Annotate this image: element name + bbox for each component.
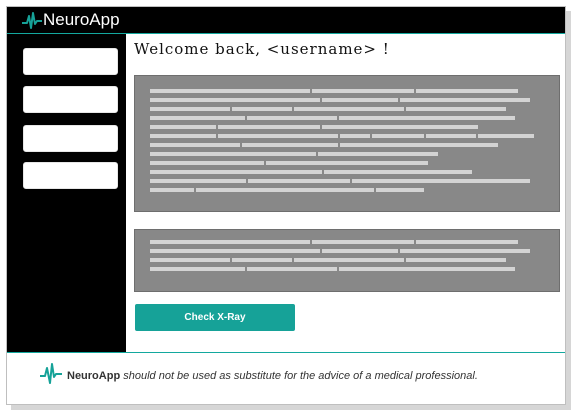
placeholder-line [150,240,310,244]
placeholder-line [150,152,316,156]
sidebar-item-2[interactable] [23,86,118,113]
info-panel [134,75,560,212]
placeholder-line [150,249,320,253]
sidebar-item-3[interactable] [23,125,118,152]
pulse-icon [40,363,62,384]
sidebar-item-1[interactable] [23,48,118,75]
placeholder-line [150,89,310,93]
placeholder-line [150,116,245,120]
placeholder-line [416,240,518,244]
footer-disclaimer: should not be used as substitute for the… [123,370,478,382]
placeholder-line [294,107,404,111]
check-xray-button[interactable]: Check X-Ray [135,304,295,331]
placeholder-line [150,258,230,262]
placeholder-line [150,143,240,147]
placeholder-line [339,267,515,271]
placeholder-line [232,107,292,111]
placeholder-line [150,179,246,183]
placeholder-line [322,98,398,102]
placeholder-line [150,161,264,165]
placeholder-line [339,116,515,120]
placeholder-line [248,179,350,183]
placeholder-line [352,179,530,183]
app-title: NeuroApp [43,10,120,29]
welcome-heading: Welcome back, <username> ! [134,40,390,58]
disclaimer-text: NeuroApp should not be used as substitut… [67,370,478,382]
result-panel [134,229,560,292]
sidebar-item-4[interactable] [23,162,118,189]
placeholder-line [150,170,322,174]
placeholder-line [372,134,424,138]
placeholder-line [406,258,506,262]
placeholder-line [150,188,194,192]
placeholder-line [312,89,414,93]
placeholder-line [426,134,476,138]
placeholder-line [340,134,370,138]
placeholder-line [376,188,424,192]
placeholder-line [232,258,292,262]
placeholder-line [196,188,374,192]
placeholder-line [266,161,428,165]
placeholder-line [242,143,338,147]
placeholder-line [416,89,518,93]
placeholder-line [294,258,404,262]
footer: NeuroApp should not be used as substitut… [7,352,565,404]
placeholder-line [322,125,478,129]
placeholder-line [324,170,472,174]
placeholder-line [150,107,230,111]
sidebar [7,34,126,352]
placeholder-line [400,98,530,102]
placeholder-line [400,249,530,253]
app-window: NeuroApp Welcome back, <username> ! Chec… [6,6,566,405]
placeholder-line [340,143,498,147]
footer-brand: NeuroApp [67,370,121,382]
placeholder-line [218,134,338,138]
placeholder-line [247,116,337,120]
placeholder-line [150,98,320,102]
placeholder-line [478,134,534,138]
top-bar: NeuroApp [7,7,565,34]
placeholder-line [406,107,506,111]
placeholder-line [312,240,414,244]
pulse-icon [22,12,42,29]
placeholder-line [322,249,398,253]
placeholder-line [150,134,216,138]
placeholder-line [150,125,216,129]
placeholder-line [150,267,245,271]
placeholder-line [247,267,337,271]
placeholder-line [218,125,320,129]
placeholder-line [318,152,438,156]
